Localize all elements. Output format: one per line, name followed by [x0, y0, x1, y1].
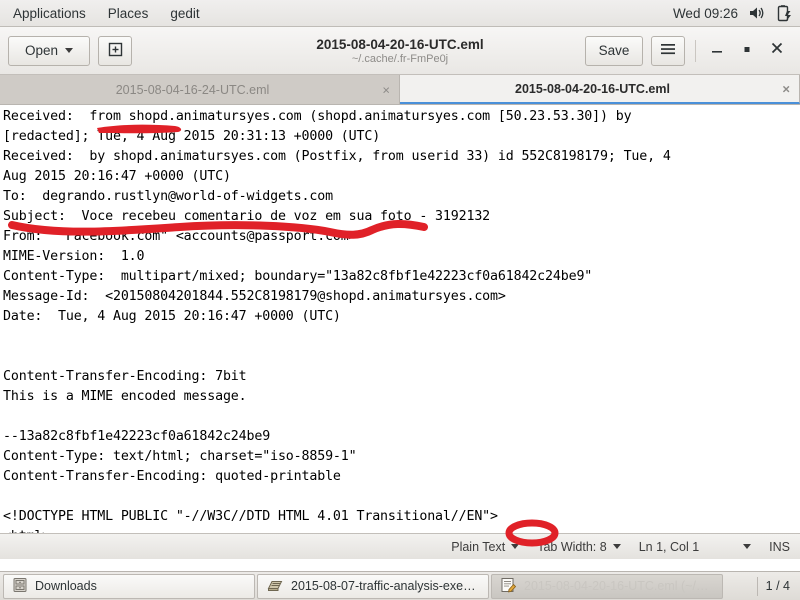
minimize-button[interactable]	[702, 36, 732, 66]
taskbar-item-label: 2015-08-07-traffic-analysis-exe…	[291, 579, 476, 593]
chevron-down-icon	[612, 544, 621, 549]
chevron-down-icon	[511, 544, 520, 549]
gedit-icon	[500, 577, 517, 596]
applications-menu[interactable]: Applications	[4, 3, 95, 24]
panel-status-area: Wed 09:26	[673, 4, 800, 22]
tab-close-icon[interactable]: ×	[782, 82, 790, 95]
places-menu[interactable]: Places	[99, 3, 158, 24]
tab-width-label: Tab Width: 8	[537, 539, 607, 554]
tab-label: 2015-08-04-20-16-UTC.eml	[515, 81, 670, 96]
volume-icon[interactable]	[748, 5, 766, 21]
new-document-icon	[107, 41, 124, 61]
gedit-window: Open 2015-08-04-20-16-UTC.eml ~/.cache/.…	[0, 27, 800, 571]
tab-bar: 2015-08-04-16-24-UTC.eml × 2015-08-04-20…	[0, 75, 800, 105]
maximize-icon	[740, 42, 754, 60]
taskbar-item-traffic-analysis[interactable]: 2015-08-07-traffic-analysis-exe…	[257, 573, 489, 599]
headerbar-separator	[695, 39, 696, 62]
text-editor-area[interactable]: Received: from shopd.animatursyes.com (s…	[0, 105, 800, 533]
cursor-position-selector[interactable]: Ln 1, Col 1	[638, 539, 752, 554]
email-source-text[interactable]: Received: from shopd.animatursyes.com (s…	[3, 107, 671, 533]
tab-label: 2015-08-04-16-24-UTC.eml	[115, 82, 270, 97]
app-menu-gedit[interactable]: gedit	[161, 3, 208, 24]
save-button[interactable]: Save	[585, 35, 643, 66]
maximize-button[interactable]	[732, 36, 762, 66]
close-button[interactable]	[762, 36, 792, 66]
tab-close-icon[interactable]: ×	[382, 83, 390, 96]
open-button-label: Open	[24, 43, 59, 58]
open-button[interactable]: Open	[8, 35, 90, 66]
headerbar-right-controls: Save	[585, 35, 792, 66]
taskbar-item-gedit[interactable]: 2015-08-04-20-16-UTC.eml (~/…	[491, 573, 723, 599]
minimize-icon	[710, 42, 724, 60]
screen: Applications Places gedit Wed 09:26 Open…	[0, 0, 800, 600]
language-selector[interactable]: Plain Text	[451, 539, 520, 554]
save-button-label: Save	[598, 43, 630, 58]
window-headerbar: Open 2015-08-04-20-16-UTC.eml ~/.cache/.…	[0, 27, 800, 75]
workspace-counter[interactable]: 1 / 4	[756, 576, 798, 596]
tab-2015-08-04-20-16[interactable]: 2015-08-04-20-16-UTC.eml ×	[400, 75, 800, 104]
hamburger-menu-icon	[660, 42, 676, 59]
battery-icon[interactable]	[776, 4, 792, 22]
window-list-taskbar: Downloads 2015-08-07-traffic-analysis-ex…	[0, 571, 800, 600]
new-tab-button[interactable]	[98, 35, 132, 66]
chevron-down-icon	[743, 544, 752, 549]
desktop-top-panel: Applications Places gedit Wed 09:26	[0, 0, 800, 27]
insert-mode-label: INS	[769, 539, 790, 554]
language-label: Plain Text	[451, 539, 506, 554]
chevron-down-icon	[65, 48, 74, 53]
clock[interactable]: Wed 09:26	[673, 6, 738, 21]
taskbar-item-downloads[interactable]: Downloads	[3, 573, 255, 599]
status-bar: Plain Text Tab Width: 8 Ln 1, Col 1 INS	[0, 533, 800, 559]
cursor-position-label: Ln 1, Col 1	[638, 539, 700, 554]
tab-width-selector[interactable]: Tab Width: 8	[537, 539, 621, 554]
taskbar-item-label: Downloads	[35, 579, 97, 593]
window-subtitle-path: ~/.cache/.fr-FmPe0j	[351, 52, 449, 65]
hamburger-menu-button[interactable]	[651, 35, 685, 66]
insert-mode-indicator: INS	[769, 540, 790, 554]
window-title: 2015-08-04-20-16-UTC.eml	[316, 36, 484, 52]
close-icon	[770, 41, 784, 60]
wireshark-icon	[266, 577, 284, 596]
tab-2015-08-04-16-24[interactable]: 2015-08-04-16-24-UTC.eml ×	[0, 75, 400, 104]
file-manager-icon	[12, 577, 28, 596]
taskbar-item-label: 2015-08-04-20-16-UTC.eml (~/…	[524, 579, 709, 593]
